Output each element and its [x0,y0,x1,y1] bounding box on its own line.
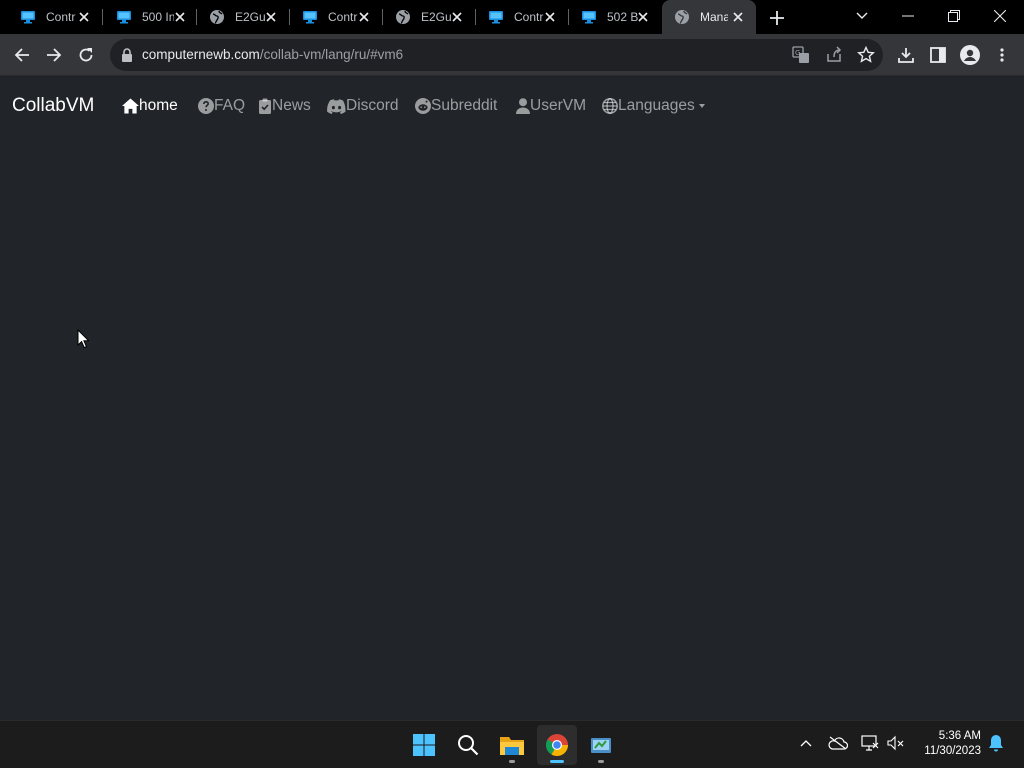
nav-news-label: News [272,97,311,114]
user-icon [515,98,530,115]
share-icon[interactable] [824,45,844,65]
url-path: /collab-vm/lang/ru/#vm6 [259,47,404,62]
browser-tab[interactable]: 500 In [96,0,198,34]
forward-button[interactable] [42,43,66,67]
download-icon[interactable] [894,43,918,67]
tab-title: Mana [700,10,728,24]
bookmark-star-icon[interactable] [856,45,876,65]
browser-tab[interactable]: Contr [468,0,568,34]
monitor-icon [20,9,36,25]
system-clock[interactable]: 5:36 AM 11/30/2023 [924,729,981,759]
nav-uservm-label: UserVM [530,97,586,114]
monitor-icon [488,9,504,25]
globe-icon [601,98,618,115]
new-tab-button[interactable] [766,7,788,29]
address-bar[interactable]: computernewb.com/collab-vm/lang/ru/#vm6 … [110,39,883,71]
browser-tab[interactable]: 502 B [561,0,661,34]
reddit-icon [414,98,431,115]
discord-icon [326,98,346,115]
kebab-menu-icon[interactable] [990,43,1014,67]
os-taskbar: 5:36 AM 11/30/2023 [0,720,1024,768]
side-panel-icon[interactable] [926,43,950,67]
app-icon[interactable] [581,725,621,765]
question-circle-icon [197,98,214,115]
translate-icon[interactable]: G [791,45,811,65]
monitor-icon [116,9,132,25]
notification-bell-icon[interactable] [986,733,1006,753]
globe-icon [209,9,225,25]
url-host: computernewb.com [142,47,260,62]
profile-avatar[interactable] [958,43,982,67]
close-tab-icon[interactable] [172,9,188,25]
tab-search-chevron-icon[interactable] [850,4,874,28]
lock-icon[interactable] [120,47,134,63]
clock-date: 11/30/2023 [924,745,981,757]
nav-subreddit-label: Subreddit [431,97,498,114]
close-tab-icon[interactable] [356,9,372,25]
nav-home-label: home [139,97,178,114]
reload-button[interactable] [74,43,98,67]
browser-tab[interactable]: E2Gu [189,0,289,34]
chrome-icon[interactable] [537,725,577,765]
globe-icon [674,9,690,25]
browser-toolbar: computernewb.com/collab-vm/lang/ru/#vm6 … [0,34,1024,76]
close-tab-icon[interactable] [263,9,279,25]
browser-tab-active[interactable]: Mana [662,0,756,34]
nav-news[interactable]: News [258,96,311,116]
tab-title: 500 In [142,10,174,24]
file-explorer-icon[interactable] [492,725,532,765]
nav-faq-label: FAQ [214,97,246,114]
nav-discord[interactable]: Discord [326,96,399,116]
nav-languages-dropdown[interactable]: Languages [601,96,705,116]
clipboard-check-icon [258,98,272,115]
nav-faq[interactable]: FAQ [197,96,245,116]
running-indicator [598,760,604,763]
tab-strip: Contr 500 In E2Gu Contr E2Gu Contr 502 B… [0,0,1024,34]
close-tab-icon[interactable] [76,9,92,25]
nav-languages-label: Languages [618,97,695,114]
monitor-icon [302,9,318,25]
running-indicator [550,760,564,763]
caret-down-icon [698,104,705,108]
site-navbar: CollabVM home FAQ News Discord Subreddit [0,77,1024,133]
browser-tab[interactable]: E2Gu [375,0,475,34]
minimize-button[interactable] [896,4,920,28]
monitor-icon [581,9,597,25]
close-tab-icon[interactable] [730,9,746,25]
running-indicator [509,760,515,763]
browser-tab[interactable]: Contr [282,0,382,34]
url-text[interactable]: computernewb.com/collab-vm/lang/ru/#vm6 [142,47,403,62]
onedrive-offline-icon[interactable] [828,733,848,753]
browser-tab[interactable]: Contr [0,0,102,34]
svg-text:G: G [795,49,800,57]
close-tab-icon[interactable] [635,9,651,25]
start-icon[interactable] [404,725,444,765]
globe-icon [395,9,411,25]
back-button[interactable] [10,43,34,67]
page-content-area [0,133,1024,720]
nav-discord-label: Discord [346,97,399,114]
tab-title: Contr [46,10,76,24]
search-icon[interactable] [448,725,488,765]
network-icon[interactable] [860,733,880,753]
nav-subreddit[interactable]: Subreddit [414,96,497,116]
mouse-pointer-icon [77,329,89,349]
restore-button[interactable] [942,4,966,28]
close-tab-icon[interactable] [449,9,465,25]
nav-home[interactable]: home [122,96,178,116]
home-icon [122,98,139,115]
show-hidden-icons-chevron[interactable] [796,733,816,753]
site-brand[interactable]: CollabVM [12,95,94,117]
clock-time: 5:36 AM [938,730,981,742]
nav-uservm[interactable]: UserVM [515,96,586,116]
volume-muted-icon[interactable] [886,733,906,753]
close-tab-icon[interactable] [542,9,558,25]
close-window-button[interactable] [988,4,1012,28]
